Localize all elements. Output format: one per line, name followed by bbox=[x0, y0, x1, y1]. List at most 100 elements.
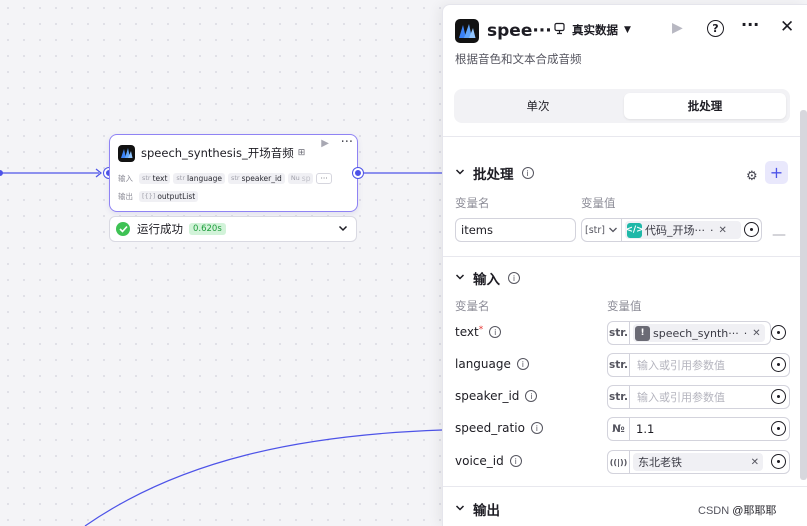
chevron-down-icon[interactable] bbox=[455, 166, 465, 180]
node-title: speech_synthesis_开场音频 bbox=[141, 146, 294, 160]
node-input-tag: Nu sp bbox=[287, 172, 314, 184]
batch-section-header[interactable]: 批处理 i bbox=[455, 163, 534, 183]
info-icon[interactable]: i bbox=[489, 326, 502, 338]
input-field-text[interactable]: str. ! speech_synth··· · ✕ bbox=[607, 321, 771, 345]
input-label-text: text * i bbox=[455, 325, 502, 339]
node-output-label: 输出 bbox=[118, 191, 133, 201]
node-ref-icon: ! bbox=[635, 325, 650, 341]
reference-picker-icon[interactable] bbox=[744, 222, 759, 237]
data-source-icon bbox=[553, 22, 566, 38]
input-label-speaker-id: speaker_id i bbox=[455, 389, 538, 403]
inputs-col-name: 变量名 bbox=[455, 299, 490, 313]
data-mode-label: 真实数据 bbox=[572, 23, 618, 37]
close-icon[interactable]: ✕ bbox=[780, 17, 794, 37]
run-status-bar[interactable]: 运行成功 0.620s bbox=[109, 216, 357, 242]
inputs-section-header[interactable]: 输入 i bbox=[455, 268, 520, 288]
info-icon[interactable]: i bbox=[516, 358, 529, 370]
edge-start-dot bbox=[0, 170, 3, 176]
info-icon[interactable]: i bbox=[525, 390, 538, 402]
batch-col-value: 变量值 bbox=[581, 196, 616, 210]
plugin-icon: ⊞ bbox=[297, 148, 306, 158]
node-outputs-row: 输出 [{}] outputList bbox=[118, 189, 199, 203]
remove-voice-icon[interactable]: ✕ bbox=[751, 457, 759, 468]
input-field-speaker-id[interactable]: str. 输入或引用参数值 bbox=[607, 385, 790, 409]
divider bbox=[443, 136, 807, 137]
input-placeholder: 输入或引用参数值 bbox=[637, 391, 725, 404]
caret-down-icon: ▼ bbox=[624, 25, 631, 35]
node-input-tag: str language bbox=[173, 172, 225, 184]
node-more-inputs[interactable]: ··· bbox=[316, 172, 332, 184]
input-field-voice-id[interactable]: ((|)) 东北老铁 ✕ bbox=[607, 450, 790, 474]
node-input-tag: str speaker_id bbox=[227, 172, 285, 184]
reference-picker-icon[interactable] bbox=[771, 325, 786, 340]
batch-col-name: 变量名 bbox=[455, 196, 490, 210]
batch-value-field[interactable]: [str] </> 代码_开场··· · ✕ bbox=[581, 218, 762, 242]
panel-scrollbar[interactable] bbox=[800, 110, 807, 480]
speech-logo-icon bbox=[118, 144, 135, 162]
run-time-badge: 0.620s bbox=[189, 223, 226, 235]
outputs-section-header[interactable]: 输出 bbox=[455, 499, 500, 519]
edge-lower bbox=[84, 429, 443, 526]
info-icon[interactable]: i bbox=[530, 422, 543, 434]
type-badge: str. bbox=[608, 354, 630, 376]
speech-logo-icon bbox=[455, 19, 479, 43]
node-input-label: 输入 bbox=[118, 173, 133, 183]
reference-picker-icon[interactable] bbox=[771, 357, 786, 372]
more-icon[interactable]: ··· bbox=[741, 15, 759, 34]
reference-picker-icon[interactable] bbox=[771, 454, 786, 469]
outputs-section-title: 输出 bbox=[473, 503, 500, 519]
run-mode-tabs: 单次 批处理 bbox=[454, 89, 790, 123]
speech-synthesis-node[interactable]: speech_synthesis_开场音频 ⊞ ▶ ··· 输入 str text… bbox=[109, 134, 358, 212]
node-output-port[interactable] bbox=[353, 168, 363, 178]
node-run-icon[interactable]: ▶ bbox=[321, 138, 329, 149]
input-field-language[interactable]: str. 输入或引用参数值 bbox=[607, 353, 790, 377]
tab-single[interactable]: 单次 bbox=[458, 93, 618, 119]
inputs-col-value: 变量值 bbox=[607, 299, 642, 313]
voice-tag[interactable]: 东北老铁 ✕ bbox=[633, 453, 763, 471]
panel-title: spee··· bbox=[487, 21, 552, 41]
type-selector[interactable]: [str] bbox=[582, 219, 622, 241]
code-node-icon: </> bbox=[625, 222, 644, 238]
tab-batch[interactable]: 批处理 bbox=[624, 93, 786, 119]
input-label-speed-ratio: speed_ratio i bbox=[455, 421, 543, 435]
node-config-panel: spee··· 真实数据 ▼ ▶ ? ··· ✕ 根据音色和文本合成音频 单次 … bbox=[442, 4, 807, 526]
voice-type-icon: ((|)) bbox=[608, 451, 630, 473]
remove-batch-variable-button[interactable]: — bbox=[772, 227, 786, 243]
batch-ref-tag[interactable]: </> 代码_开场··· · ✕ bbox=[625, 221, 741, 239]
status-text: 运行成功 bbox=[137, 222, 183, 236]
node-output-tag: [{}] outputList bbox=[139, 190, 199, 202]
type-badge: str. bbox=[608, 322, 630, 344]
divider bbox=[443, 486, 807, 487]
add-batch-variable-button[interactable]: + bbox=[765, 161, 788, 184]
node-input-tag: str text bbox=[139, 172, 171, 184]
reference-picker-icon[interactable] bbox=[771, 421, 786, 436]
chevron-down-icon[interactable] bbox=[455, 271, 465, 285]
required-mark: * bbox=[478, 325, 484, 335]
input-label-voice-id: voice_id i bbox=[455, 454, 522, 468]
chevron-down-icon[interactable] bbox=[455, 502, 465, 516]
speed-ratio-value: 1.1 bbox=[636, 422, 655, 436]
node-inputs-row: 输入 str text str language str speaker_id Nu s… bbox=[118, 171, 332, 185]
remove-ref-icon[interactable]: ✕ bbox=[719, 225, 727, 236]
test-run-icon[interactable]: ▶ bbox=[672, 20, 683, 36]
info-icon[interactable]: i bbox=[509, 455, 522, 467]
info-icon[interactable]: i bbox=[521, 167, 534, 179]
data-mode-dropdown[interactable]: 真实数据 ▼ bbox=[553, 22, 631, 38]
input-label-language: language i bbox=[455, 357, 529, 371]
help-icon[interactable]: ? bbox=[707, 20, 724, 37]
input-ref-tag[interactable]: ! speech_synth··· · ✕ bbox=[633, 324, 765, 342]
panel-description: 根据音色和文本合成音频 bbox=[455, 52, 582, 66]
batch-section-title: 批处理 bbox=[473, 167, 514, 183]
inputs-section-title: 输入 bbox=[473, 272, 500, 288]
remove-ref-icon[interactable]: ✕ bbox=[752, 328, 760, 339]
input-field-speed-ratio[interactable]: № 1.1 bbox=[607, 417, 790, 441]
gear-icon[interactable]: ⚙ bbox=[746, 169, 758, 184]
watermark: CSDN @耶耶耶 bbox=[698, 505, 777, 517]
node-more-icon[interactable]: ··· bbox=[341, 135, 353, 150]
batch-name-input[interactable]: items bbox=[455, 218, 576, 242]
chevron-down-icon[interactable] bbox=[337, 222, 349, 237]
divider bbox=[443, 256, 807, 257]
success-check-icon bbox=[116, 222, 130, 236]
reference-picker-icon[interactable] bbox=[771, 389, 786, 404]
info-icon[interactable]: i bbox=[508, 272, 520, 284]
